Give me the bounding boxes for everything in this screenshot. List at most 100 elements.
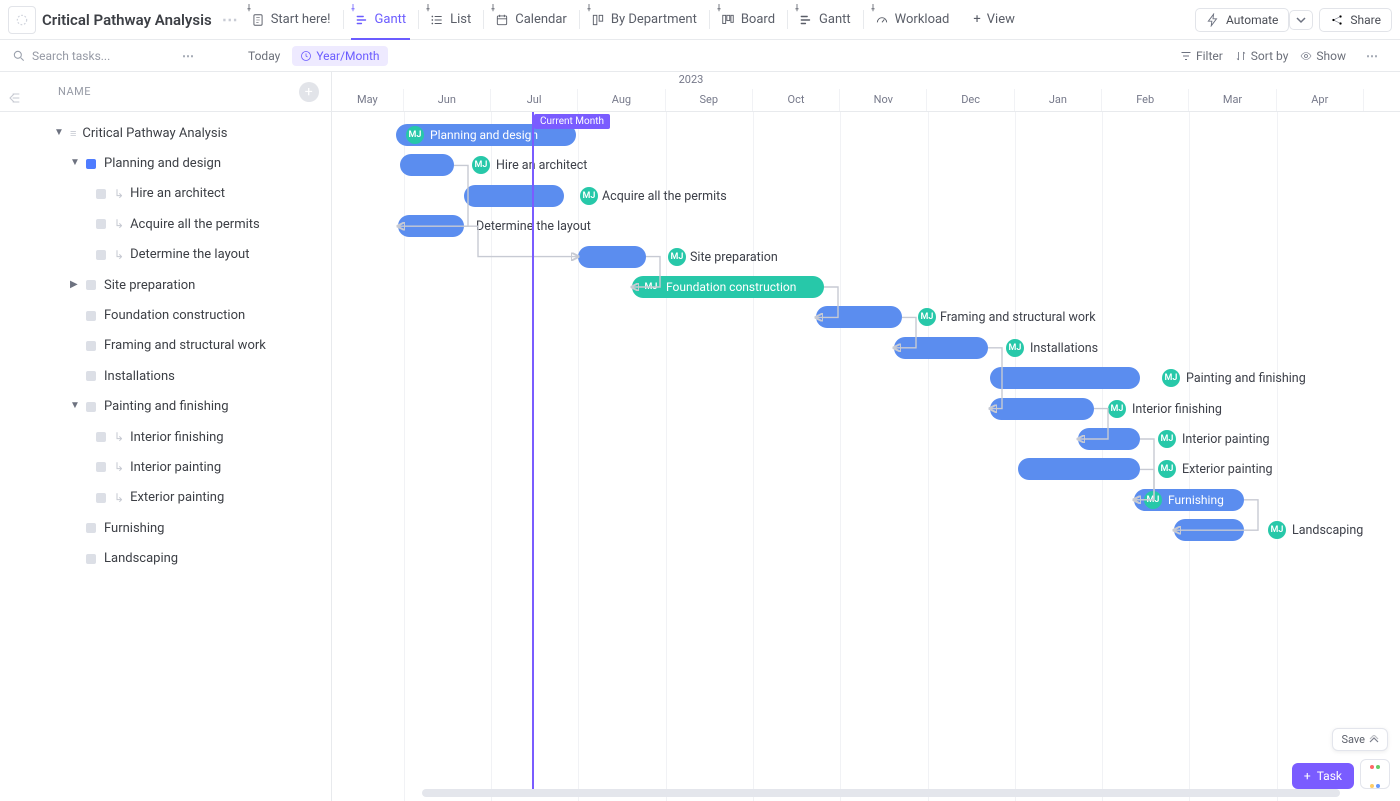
automate-button[interactable]: Automate [1195,8,1289,32]
month-label: May [332,89,404,111]
subtask-icon: ↳ [114,460,124,474]
gantt-bar[interactable] [816,306,902,328]
status-square [86,554,96,564]
status-square [86,402,96,412]
tree-item[interactable]: ↳Acquire all the permits [0,209,331,239]
tree-item[interactable]: ↳Exterior painting [0,483,331,513]
gantt-bar[interactable] [1018,458,1140,480]
gantt-bar[interactable] [398,215,464,237]
horizontal-scrollbar[interactable] [422,789,1340,797]
gantt-bar[interactable] [1174,519,1244,541]
search-more-icon[interactable]: ⋯ [174,49,204,63]
status-square [96,432,106,442]
view-tabs: Start here!GanttListCalendarBy Departmen… [239,0,962,39]
avatar: MJ [406,126,424,144]
bar-label: Painting and finishing [1186,371,1306,386]
current-month-line [532,112,534,789]
tab-workload[interactable]: Workload [863,0,962,39]
status-square [86,159,96,169]
avatar: MJ [668,248,686,266]
new-task-button[interactable]: + Task [1292,763,1354,789]
year-label: 2023 [332,73,1225,86]
status-square [86,371,96,381]
tree-item[interactable]: ▼Painting and finishing [0,392,331,422]
month-label: Jan [1015,89,1102,111]
add-view-button[interactable]: + View [961,12,1027,27]
month-label: Jul [491,89,578,111]
bar-label: Framing and structural work [940,310,1096,325]
show-button[interactable]: Show [1300,49,1346,63]
tree-item[interactable]: ▶Site preparation [0,270,331,300]
avatar: MJ [580,187,598,205]
bar-label: Interior finishing [1132,402,1222,417]
bar-label: Landscaping [1292,523,1363,538]
tab-by-department[interactable]: By Department [579,0,709,39]
avatar: MJ [918,308,936,326]
gantt-bar[interactable] [400,154,454,176]
gantt-bar[interactable] [464,185,564,207]
tree-item[interactable]: ↳Interior finishing [0,422,331,452]
status-square [86,280,96,290]
tree-item[interactable]: Furnishing [0,513,331,543]
month-label: Nov [840,89,927,111]
status-square [86,311,96,321]
avatar: MJ [642,278,660,296]
tree-item[interactable]: Landscaping [0,543,331,573]
zoom-select[interactable]: Year/Month [292,46,387,66]
chevron-icon[interactable]: ▼ [70,400,82,411]
gantt-bar[interactable] [578,246,646,268]
subtask-icon: ↳ [114,217,124,231]
gantt-bar[interactable]: MJFoundation construction [632,276,824,298]
tree-root[interactable]: ▼ ≡ Critical Pathway Analysis [0,118,331,148]
search-input[interactable]: Search tasks... [12,49,162,63]
collapse-sidebar-icon[interactable] [6,90,22,110]
apps-button[interactable] [1360,759,1390,789]
add-task-icon[interactable]: + [299,82,319,102]
task-tree: ▼ ≡ Critical Pathway Analysis ▼Planning … [0,112,331,574]
month-label: Dec [927,89,1014,111]
today-button[interactable]: Today [248,49,280,63]
tree-item[interactable]: ↳Hire an architect [0,179,331,209]
toolbar-more-icon[interactable]: ⋯ [1358,49,1388,63]
month-label: Apr [1277,89,1364,111]
automate-chevron-button[interactable] [1289,10,1313,30]
title-more-icon[interactable]: ⋯ [222,10,239,29]
avatar: MJ [1006,339,1024,357]
sort-button[interactable]: Sort by [1235,49,1289,63]
app-logo-icon [8,6,36,34]
bar-label: Interior painting [1182,432,1270,447]
tree-item[interactable]: Framing and structural work [0,331,331,361]
tab-gantt[interactable]: Gantt [343,0,419,39]
gantt-bar[interactable] [990,398,1094,420]
avatar: MJ [1268,521,1286,539]
tree-item[interactable]: ▼Planning and design [0,148,331,178]
chevron-icon[interactable]: ▼ [70,157,82,168]
tab-list[interactable]: List [418,0,483,39]
tab-board[interactable]: Board [709,0,787,39]
subtask-icon: ↳ [114,248,124,262]
bar-label: Site preparation [690,250,778,265]
tab-calendar[interactable]: Calendar [483,0,579,39]
page-title: Critical Pathway Analysis [42,11,212,29]
avatar: MJ [1158,460,1176,478]
tree-item[interactable]: ↳Interior painting [0,452,331,482]
chevron-icon[interactable]: ▶ [70,279,82,290]
tree-item[interactable]: Installations [0,361,331,391]
status-square [86,523,96,533]
gantt-bar[interactable] [894,337,988,359]
tree-item[interactable]: Foundation construction [0,300,331,330]
share-button[interactable]: Share [1319,8,1392,32]
tab-gantt[interactable]: Gantt [787,0,863,39]
chevron-down-icon[interactable]: ▼ [54,127,66,138]
tree-item[interactable]: ↳Determine the layout [0,240,331,270]
bar-label: Installations [1030,341,1098,356]
gantt-bar[interactable] [1078,428,1140,450]
save-chip[interactable]: Save [1332,728,1388,751]
month-label: Aug [578,89,665,111]
plus-icon: + [973,12,980,27]
month-label: Feb [1102,89,1189,111]
tab-start-here-[interactable]: Start here! [239,0,343,39]
gantt-bar[interactable] [990,367,1140,389]
gantt-bar[interactable]: MJFurnishing [1134,489,1244,511]
filter-button[interactable]: Filter [1180,49,1223,63]
